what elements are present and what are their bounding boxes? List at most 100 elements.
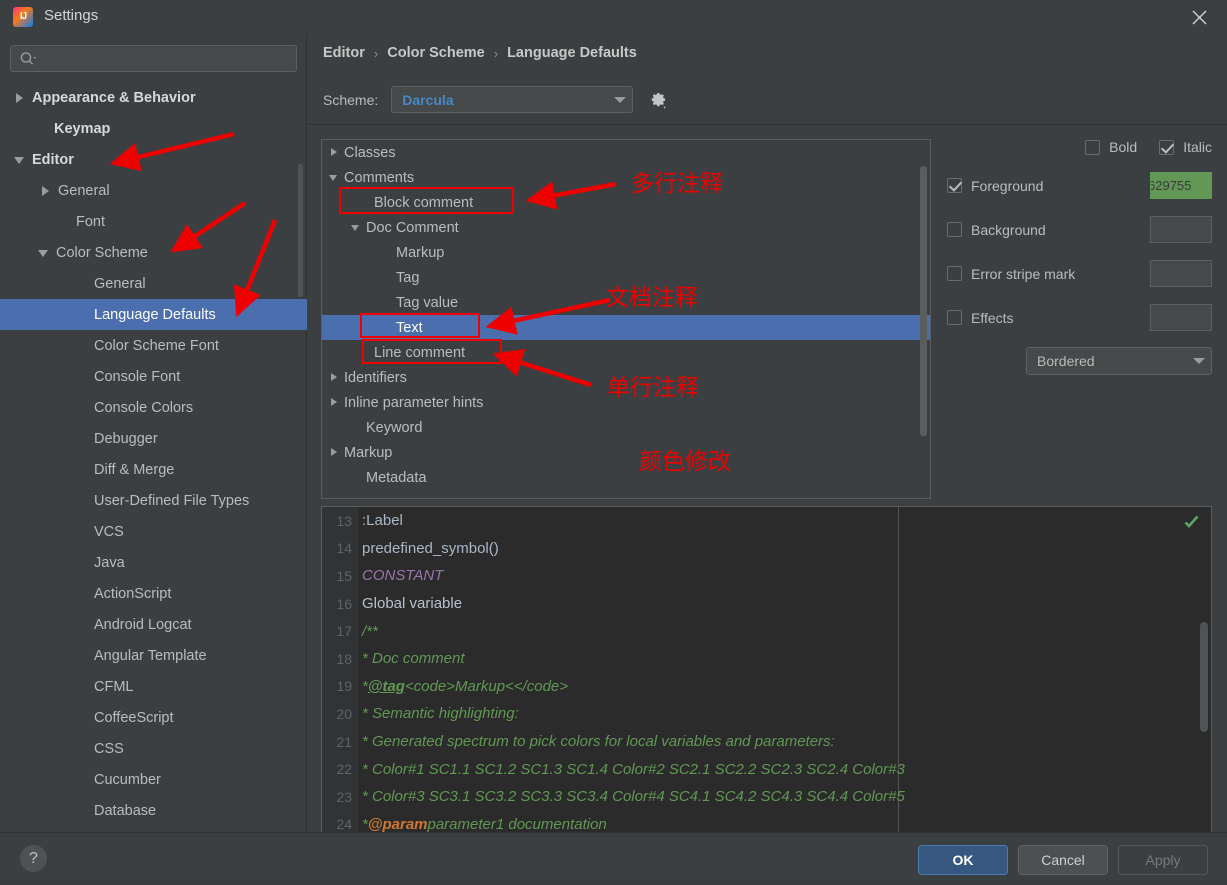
effects-checkbox[interactable] (947, 310, 962, 325)
scheme-tree-item-markup[interactable]: Markup (322, 240, 930, 265)
code-preview[interactable]: 13:Label 14 predefined_symbol() 15 CONSTANT 1… (321, 506, 1212, 836)
scheme-tree-item-metadata[interactable]: Metadata (322, 465, 930, 490)
sidebar-item-color-scheme-font[interactable]: Color Scheme Font (0, 330, 307, 361)
background-label: Background (971, 221, 1046, 238)
scheme-tree-item-block-comment[interactable]: Block comment (322, 190, 930, 215)
effects-type-select[interactable]: Bordered (1026, 347, 1212, 375)
color-scheme-tree-panel: Classes Comments Block comment Doc Comment M… (321, 139, 931, 499)
sidebar-item-color-scheme[interactable]: Color Scheme (0, 237, 307, 268)
sidebar-item-language-defaults[interactable]: Language Defaults (0, 299, 307, 330)
chevron-down-icon[interactable] (14, 154, 26, 166)
scheme-tree-item-tag-value[interactable]: Tag value (322, 290, 930, 315)
sidebar-scrollbar-thumb[interactable] (298, 164, 303, 297)
scheme-tree-item-keyword[interactable]: Keyword (322, 415, 930, 440)
sidebar-item-actionscript[interactable]: ActionScript (0, 578, 307, 609)
background-color-swatch[interactable] (1150, 216, 1212, 243)
color-scheme-tree[interactable]: Classes Comments Block comment Doc Comment M… (322, 140, 930, 490)
sidebar-item-general[interactable]: General (0, 268, 307, 299)
breadcrumb-item-2[interactable]: Language Defaults (507, 45, 637, 61)
background-checkbox[interactable] (947, 222, 962, 237)
scheme-tree-item-classes[interactable]: Classes (322, 140, 930, 165)
italic-checkbox[interactable] (1159, 139, 1175, 155)
code-line: 18 * Doc comment (322, 645, 1211, 673)
error-stripe-mark-checkbox[interactable] (947, 266, 962, 281)
sidebar-item-vcs[interactable]: VCS (0, 516, 307, 547)
close-icon[interactable] (1179, 2, 1219, 32)
preview-scrollbar-thumb[interactable] (1200, 622, 1208, 732)
sidebar-item-cucumber[interactable]: Cucumber (0, 764, 307, 795)
chevron-right-icon[interactable] (328, 371, 344, 385)
scheme-tree-item-markup[interactable]: Markup (322, 440, 930, 465)
sidebar-item-java[interactable]: Java (0, 547, 307, 578)
sidebar-item-keymap[interactable]: Keymap (0, 113, 307, 144)
line-number: 18 (336, 650, 352, 667)
foreground-color-swatch[interactable]: 629755 (1150, 172, 1212, 199)
inspection-check-icon[interactable] (1184, 515, 1199, 534)
sidebar-item-css[interactable]: CSS (0, 733, 307, 764)
scheme-tree-item-line-comment[interactable]: Line comment (322, 340, 930, 365)
sidebar-item-database[interactable]: Database (0, 795, 307, 826)
cancel-button[interactable]: Cancel (1018, 845, 1108, 875)
sidebar-item-debugger[interactable]: Debugger (0, 423, 307, 454)
scheme-tree-item-label: Block comment (374, 194, 474, 211)
breadcrumb: Editor › Color Scheme › Language Defaults (323, 45, 637, 61)
sidebar-item-font[interactable]: Font (0, 206, 307, 237)
sidebar-item-label: Font (76, 213, 106, 230)
sidebar-item-label: CFML (94, 678, 134, 695)
breadcrumb-item-0[interactable]: Editor (323, 45, 365, 61)
italic-checkbox-row[interactable]: Italic (1159, 139, 1212, 155)
sidebar-item-user-defined-file-types[interactable]: User-Defined File Types (0, 485, 307, 516)
bold-checkbox[interactable] (1085, 139, 1101, 155)
breadcrumb-item-1[interactable]: Color Scheme (387, 45, 485, 61)
chevron-right-icon[interactable] (328, 396, 344, 410)
sidebar-item-angular-template[interactable]: Angular Template (0, 640, 307, 671)
scheme-tree-item-tag[interactable]: Tag (322, 265, 930, 290)
sidebar-item-appearance-behavior[interactable]: Appearance & Behavior (0, 82, 307, 113)
help-button[interactable]: ? (20, 845, 47, 872)
gear-icon[interactable] (647, 89, 669, 111)
sidebar-tree[interactable]: Appearance & Behavior Keymap Editor General… (0, 82, 307, 832)
search-input[interactable] (39, 51, 279, 66)
effects-color-swatch[interactable] (1150, 304, 1212, 331)
sidebar-item-console-colors[interactable]: Console Colors (0, 392, 307, 423)
error-stripe-mark-color-swatch[interactable] (1150, 260, 1212, 287)
sidebar-item-coffeescript[interactable]: CoffeeScript (0, 702, 307, 733)
dialog-footer: ? OK Cancel Apply (0, 832, 1227, 885)
search-box[interactable] (10, 45, 297, 72)
sidebar-item-diff-merge[interactable]: Diff & Merge (0, 454, 307, 485)
scheme-tree-scrollbar-thumb[interactable] (920, 166, 927, 436)
chevron-right-icon[interactable] (328, 446, 344, 460)
sidebar-item-console-font[interactable]: Console Font (0, 361, 307, 392)
foreground-checkbox[interactable] (947, 178, 962, 193)
chevron-right-icon[interactable] (328, 146, 344, 160)
sidebar-item-label: VCS (94, 523, 124, 540)
bold-checkbox-row[interactable]: Bold (1085, 139, 1137, 155)
scheme-tree-item-inline-parameter-hints[interactable]: Inline parameter hints (322, 390, 930, 415)
sidebar-item-android-logcat[interactable]: Android Logcat (0, 609, 307, 640)
apply-button[interactable]: Apply (1118, 845, 1208, 875)
sidebar-item-label: Console Font (94, 368, 181, 385)
chevron-right-icon[interactable] (14, 92, 26, 104)
scheme-tree-item-doc-comment[interactable]: Doc Comment (322, 215, 930, 240)
scheme-tree-item-comments[interactable]: Comments (322, 165, 930, 190)
chevron-down-icon[interactable] (38, 247, 50, 259)
ok-button[interactable]: OK (918, 845, 1008, 875)
chevron-down-icon[interactable] (350, 221, 366, 235)
code-token: * Color#3 SC3.1 SC3.2 SC3.3 SC3.4 Color#… (362, 788, 905, 806)
breadcrumb-separator: › (373, 45, 379, 61)
sidebar-item-editor[interactable]: Editor (0, 144, 307, 175)
sidebar-item-label: Color Scheme Font (94, 337, 219, 354)
chevron-down-icon[interactable] (328, 171, 344, 185)
sidebar-item-label: Color Scheme (56, 244, 148, 261)
scheme-select[interactable]: Darcula (391, 86, 634, 113)
scheme-tree-item-identifiers[interactable]: Identifiers (322, 365, 930, 390)
chevron-right-icon[interactable] (40, 185, 52, 197)
scheme-tree-item-text[interactable]: Text (322, 315, 930, 340)
code-token: * Semantic highlighting: (362, 705, 519, 723)
attribute-row-error-stripe-mark: Error stripe mark (947, 259, 1212, 288)
sidebar-item-cfml[interactable]: CFML (0, 671, 307, 702)
sidebar-item-general[interactable]: General (0, 175, 307, 206)
